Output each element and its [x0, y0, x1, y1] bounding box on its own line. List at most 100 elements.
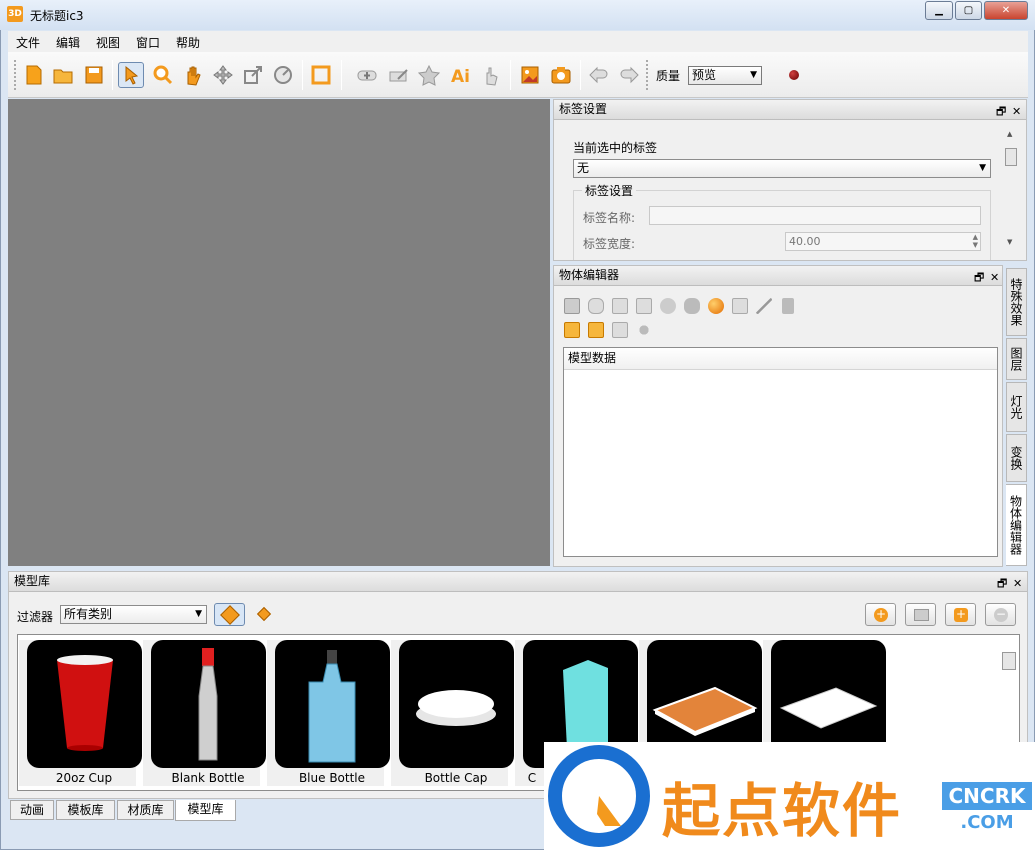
redo-icon[interactable] [616, 62, 642, 88]
menu-bar: 文件 编辑 视图 窗口 帮助 [8, 31, 1028, 52]
3d-viewport[interactable] [8, 99, 550, 566]
sphere-icon[interactable] [708, 298, 724, 314]
save-icon[interactable] [81, 62, 107, 88]
close-panel-icon[interactable]: ✕ [1012, 102, 1021, 121]
image-plane-icon[interactable] [732, 298, 748, 314]
menu-window[interactable]: 窗口 [136, 34, 160, 51]
tab-object-editor[interactable]: 物体编辑器 [1006, 484, 1027, 566]
add-category-button[interactable]: + [945, 603, 976, 626]
minimize-button[interactable]: ▁ [925, 1, 953, 20]
label-width-spinbox[interactable]: 40.00 ▲ ▼ [785, 232, 981, 251]
shapes-icon[interactable] [684, 298, 700, 314]
add-light-icon[interactable] [636, 322, 652, 338]
model-data-tree[interactable]: 模型数据 [563, 347, 998, 557]
panel-title-bar[interactable]: 标签设置 🗗 ✕ [554, 100, 1026, 120]
float-panel-icon[interactable]: 🗗 [996, 102, 1006, 121]
tab-model-library[interactable]: 模型库 [175, 800, 236, 821]
close-button[interactable]: ✕ [984, 1, 1028, 20]
close-panel-icon[interactable]: ✕ [1013, 574, 1022, 593]
toolbar-separator [510, 60, 511, 90]
add-text-icon[interactable] [564, 298, 580, 314]
model-thumbnail [151, 640, 266, 768]
new-file-icon[interactable] [21, 62, 47, 88]
scrollbar-thumb[interactable] [1005, 148, 1017, 166]
label-settings-panel: 标签设置 🗗 ✕ 当前选中的标签 无 ▼ 标签设置 标签名称: 标签宽度: 40… [553, 99, 1027, 261]
float-panel-icon[interactable]: 🗗 [974, 268, 984, 287]
title-bar[interactable]: 3D 无标题ic3 ▁ ▢ ✕ [0, 0, 1035, 30]
zoom-icon[interactable] [150, 62, 176, 88]
model-card-bottle-cap[interactable]: Bottle Cap [391, 640, 514, 786]
toolbar-grip[interactable] [14, 60, 17, 90]
select-arrow-icon[interactable] [118, 62, 144, 88]
label-name-input[interactable] [649, 206, 981, 225]
maximize-button[interactable]: ▢ [955, 1, 982, 20]
tab-animation[interactable]: 动画 [10, 800, 54, 820]
edit-label-icon[interactable] [612, 298, 628, 314]
float-panel-icon[interactable]: 🗗 [997, 574, 1007, 593]
camera-icon[interactable] [548, 62, 574, 88]
label-panel-scrollbar[interactable]: ▲ ▼ [1005, 130, 1017, 248]
star-icon[interactable] [416, 62, 442, 88]
scrollbar-thumb[interactable] [1002, 652, 1016, 670]
menu-view[interactable]: 视图 [96, 34, 120, 51]
toolbar-grip[interactable] [646, 60, 649, 90]
quality-label: 质量 [656, 69, 681, 83]
tab-lights[interactable]: 灯光 [1006, 382, 1027, 432]
close-panel-icon[interactable]: ✕ [990, 268, 999, 287]
spin-arrows-icon[interactable]: ▲ ▼ [973, 233, 978, 249]
model-name: Blue Bottle [298, 771, 366, 785]
quality-select[interactable]: 预览 ▼ [688, 66, 762, 85]
current-label-caption: 当前选中的标签 [573, 141, 658, 155]
menu-edit[interactable]: 编辑 [56, 34, 80, 51]
menu-file[interactable]: 文件 [16, 34, 40, 51]
svg-text:Ai: Ai [451, 67, 470, 86]
tab-template-library[interactable]: 模板库 [56, 800, 115, 820]
ungroup-icon[interactable] [588, 322, 604, 338]
scroll-down-icon[interactable]: ▼ [1007, 238, 1012, 246]
menu-help[interactable]: 帮助 [176, 34, 200, 51]
watermark: 起点软件 CNCRK .COM [544, 742, 1035, 850]
tab-special-effects[interactable]: 特殊效果 [1006, 268, 1027, 336]
panel-title-bar[interactable]: 物体编辑器 🗗 ✕ [554, 266, 1002, 286]
open-folder-icon[interactable] [50, 62, 76, 88]
delete-icon[interactable] [782, 298, 794, 314]
current-label-select[interactable]: 无 ▼ [573, 159, 991, 178]
filter-value: 所有类别 [64, 607, 113, 621]
filter-select[interactable]: 所有类别 ▼ [60, 605, 207, 624]
touch-hand-icon[interactable] [478, 62, 504, 88]
import-model-button[interactable] [905, 603, 936, 626]
panel-title-bar[interactable]: 模型库 🗗 ✕ [9, 572, 1027, 592]
cylinder-icon[interactable] [660, 298, 676, 314]
panel-title: 物体编辑器 [559, 268, 620, 282]
object-editor-panel: 物体编辑器 🗗 ✕ 模型数据 [553, 265, 1003, 567]
render-image-icon[interactable] [517, 62, 543, 88]
scale-icon[interactable] [240, 62, 266, 88]
model-card-blue-bottle[interactable]: Blue Bottle [267, 640, 390, 786]
pan-hand-icon[interactable] [180, 62, 206, 88]
large-icons-button[interactable] [214, 603, 245, 626]
add-label-icon[interactable] [354, 62, 380, 88]
cube-icon [219, 604, 240, 625]
rotate-icon[interactable] [270, 62, 296, 88]
import-ai-icon[interactable]: Ai [448, 62, 474, 88]
frame-object-icon[interactable] [612, 322, 628, 338]
edit-label-icon[interactable] [386, 62, 412, 88]
tab-material-library[interactable]: 材质库 [117, 800, 174, 820]
remove-model-button[interactable]: − [985, 603, 1016, 626]
add-box-icon[interactable] [636, 298, 652, 314]
pen-icon[interactable] [756, 298, 772, 314]
model-card-20oz-cup[interactable]: 20oz Cup [19, 640, 142, 786]
model-card-blank-bottle[interactable]: Blank Bottle [143, 640, 266, 786]
chevron-down-icon: ▼ [195, 609, 202, 619]
move-icon[interactable] [210, 62, 236, 88]
record-indicator-icon[interactable] [789, 70, 799, 80]
group-icon[interactable] [564, 322, 580, 338]
tab-layers[interactable]: 图层 [1006, 338, 1027, 380]
add-label-icon[interactable] [588, 298, 604, 314]
add-model-button[interactable]: + [865, 603, 896, 626]
fit-view-icon[interactable] [308, 62, 334, 88]
small-icons-cube-icon[interactable] [256, 606, 272, 622]
tab-transform[interactable]: 变换 [1006, 434, 1027, 482]
undo-icon[interactable] [586, 62, 612, 88]
scroll-up-icon[interactable]: ▲ [1007, 130, 1012, 138]
